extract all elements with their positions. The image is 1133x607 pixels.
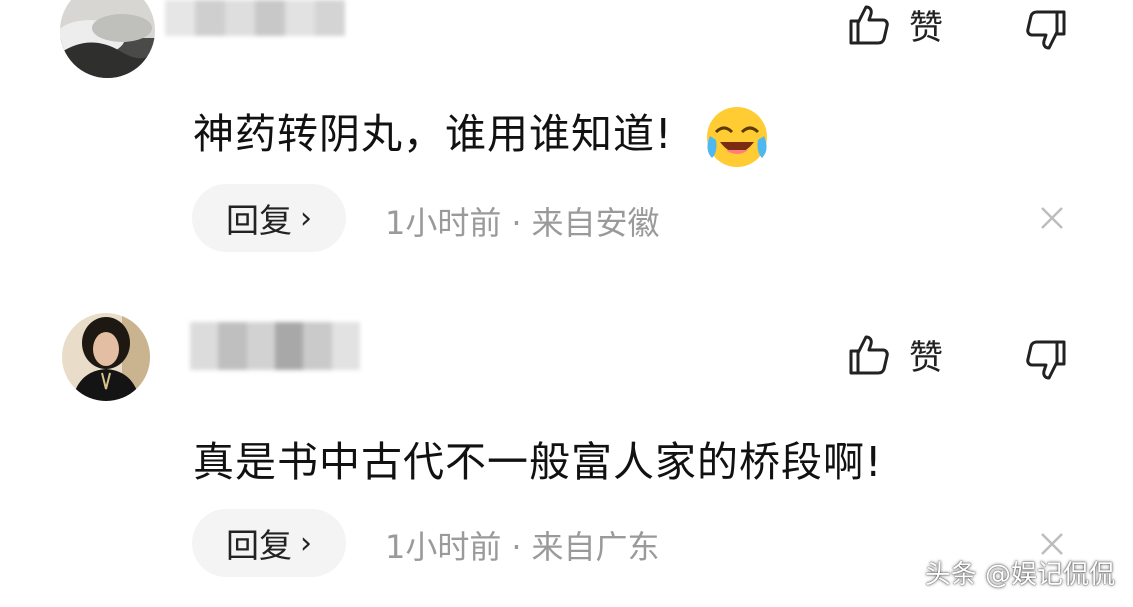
- reply-button[interactable]: 回复 ›: [192, 184, 346, 252]
- like-button[interactable]: 赞: [847, 330, 943, 379]
- meta-separator: ·: [511, 204, 522, 242]
- comment-text: 神药转阴丸，谁用谁知道!: [193, 100, 772, 172]
- reply-label: 回复: [226, 526, 292, 565]
- meta-separator: ·: [511, 528, 522, 566]
- comment-text: 真是书中古代不一般富人家的桥段啊!: [193, 428, 882, 488]
- comment-meta: 1小时前 · 来自广东: [385, 522, 660, 568]
- comment-location: 来自广东: [531, 528, 660, 566]
- reply-button[interactable]: 回复 ›: [192, 509, 346, 577]
- laughing-crying-emoji-icon: [707, 107, 768, 167]
- username-blurred[interactable]: [165, 0, 345, 36]
- avatar[interactable]: [62, 313, 150, 401]
- username-blurred[interactable]: [190, 322, 360, 370]
- comment-body: 神药转阴丸，谁用谁知道!: [193, 110, 673, 158]
- thumbs-down-icon[interactable]: [1024, 338, 1068, 382]
- chevron-right-icon: ›: [300, 200, 312, 236]
- comment-time: 1小时前: [385, 204, 502, 242]
- comment-item: 赞 神药转阴丸，谁用谁知道! 回复 › 1小时前 · 来自安徽: [0, 0, 1133, 300]
- watermark: 头条 @娱记侃侃: [924, 560, 1115, 590]
- chevron-right-icon: ›: [300, 525, 312, 561]
- thumbs-up-icon: [849, 5, 889, 44]
- thumbs-down-icon[interactable]: [1024, 8, 1068, 52]
- reply-label: 回复: [226, 201, 292, 240]
- comment-location: 来自安徽: [531, 204, 660, 242]
- like-button[interactable]: 赞: [847, 0, 943, 49]
- like-label: 赞: [909, 8, 943, 48]
- thumbs-up-icon: [849, 335, 889, 374]
- comment-body: 真是书中古代不一般富人家的桥段啊!: [193, 438, 883, 486]
- avatar[interactable]: [60, 0, 155, 78]
- comment-meta: 1小时前 · 来自安徽: [385, 198, 660, 244]
- like-label: 赞: [909, 338, 943, 378]
- close-icon[interactable]: [1036, 202, 1068, 234]
- comment-time: 1小时前: [385, 528, 502, 566]
